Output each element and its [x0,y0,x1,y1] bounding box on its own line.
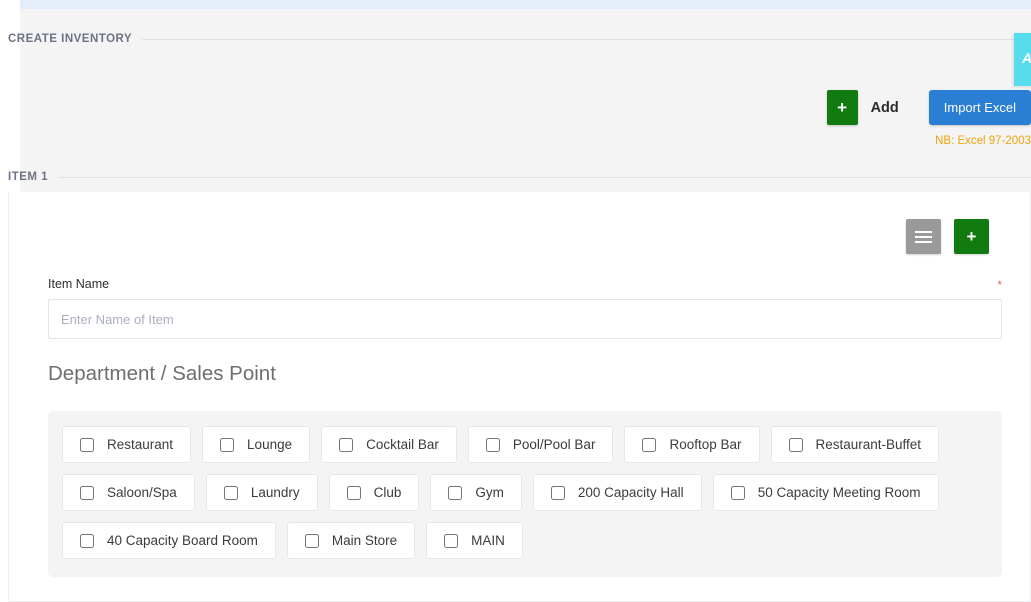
inventory-action-row: + Add Import Excel [826,90,1031,125]
department-option[interactable]: Restaurant [62,426,192,463]
department-checkbox[interactable] [220,437,235,452]
department-checkbox[interactable] [339,437,354,452]
department-option[interactable]: Restaurant-Buffet [770,426,940,463]
department-option-label: Main Store [331,533,398,548]
item-divider-line [58,176,1031,178]
department-checkbox[interactable] [448,485,463,500]
hamburger-bar [915,235,932,238]
department-checkbox[interactable] [444,533,459,548]
hamburger-bar [915,240,932,243]
department-option-label: Club [373,485,402,500]
item-card: + * Item Name Department / Sales Point R… [8,192,1031,602]
department-option[interactable]: Saloon/Spa [62,474,195,511]
department-option-label: Gym [475,485,504,500]
department-option-label: Laundry [250,485,300,500]
department-option-label: Rooftop Bar [669,437,742,452]
create-inventory-page: CREATE INVENTORY + Add Import Excel NB: … [0,0,1031,602]
item-label: ITEM 1 [8,171,49,183]
department-checkbox[interactable] [550,485,565,500]
department-checkbox[interactable] [730,485,745,500]
create-inventory-legend: CREATE INVENTORY [0,33,1031,45]
department-option[interactable]: Rooftop Bar [624,426,760,463]
department-checkbox[interactable] [642,437,657,452]
department-option-label: Restaurant-Buffet [815,437,922,452]
department-option[interactable]: Club [328,474,420,511]
department-option[interactable]: 40 Capacity Board Room [62,522,276,559]
required-marker: * [997,278,1002,292]
department-row: 40 Capacity Board Room Main Store MAIN [62,522,988,559]
add-label: Add [870,99,899,116]
import-excel-button[interactable]: Import Excel [928,90,1031,125]
create-inventory-label: CREATE INVENTORY [8,33,133,45]
department-option[interactable]: 200 Capacity Hall [532,474,702,511]
department-option-label: MAIN [471,533,505,548]
department-option[interactable]: Lounge [202,426,311,463]
department-option[interactable]: Pool/Pool Bar [467,426,614,463]
side-action-panel[interactable]: A [1014,33,1031,86]
department-row: Restaurant Lounge Cocktail Bar Pool/Pool… [62,426,988,463]
hamburger-bar [915,230,932,233]
department-checkbox[interactable] [80,485,94,500]
department-option[interactable]: Cocktail Bar [321,426,457,463]
side-action-panel-label: A [1022,50,1031,66]
department-option-label: Cocktail Bar [366,437,439,452]
department-checkbox[interactable] [80,533,94,548]
item-name-label: Item Name [48,277,110,291]
department-option[interactable]: Laundry [205,474,318,511]
department-option[interactable]: 50 Capacity Meeting Room [712,474,939,511]
department-row: Saloon/Spa Laundry Club Gym 200 Capacity… [62,474,988,511]
department-checkbox-panel: Restaurant Lounge Cocktail Bar Pool/Pool… [48,411,1002,577]
department-checkbox[interactable] [788,437,803,452]
item-legend: ITEM 1 [0,171,1031,183]
department-option-label: 200 Capacity Hall [577,485,684,500]
department-checkbox[interactable] [346,485,361,500]
department-option[interactable]: Main Store [286,522,416,559]
item-name-field-block: * Item Name [48,277,1002,339]
card-tools: + [906,219,989,254]
department-checkbox[interactable] [304,533,319,548]
department-option-label: 50 Capacity Meeting Room [757,485,921,500]
excel-format-note: NB: Excel 97-2003 [935,135,1031,147]
department-option[interactable]: Gym [430,474,522,511]
department-checkbox[interactable] [223,485,238,500]
department-option-label: 40 Capacity Board Room [107,533,258,548]
add-plus-button[interactable]: + [826,90,858,125]
hamburger-icon[interactable] [906,219,941,254]
department-checkbox[interactable] [80,437,94,452]
department-option-label: Pool/Pool Bar [512,437,596,452]
department-heading: Department / Sales Point [48,362,276,385]
department-option[interactable]: MAIN [426,522,523,559]
add-item-button[interactable]: + [954,219,989,254]
item-name-input[interactable] [48,299,1002,339]
department-checkbox[interactable] [485,437,500,452]
top-accent-strip [20,0,1031,9]
department-option-label: Restaurant [107,437,174,452]
legend-divider-line [142,38,1031,40]
department-option-label: Lounge [247,437,293,452]
department-option-label: Saloon/Spa [107,485,177,500]
